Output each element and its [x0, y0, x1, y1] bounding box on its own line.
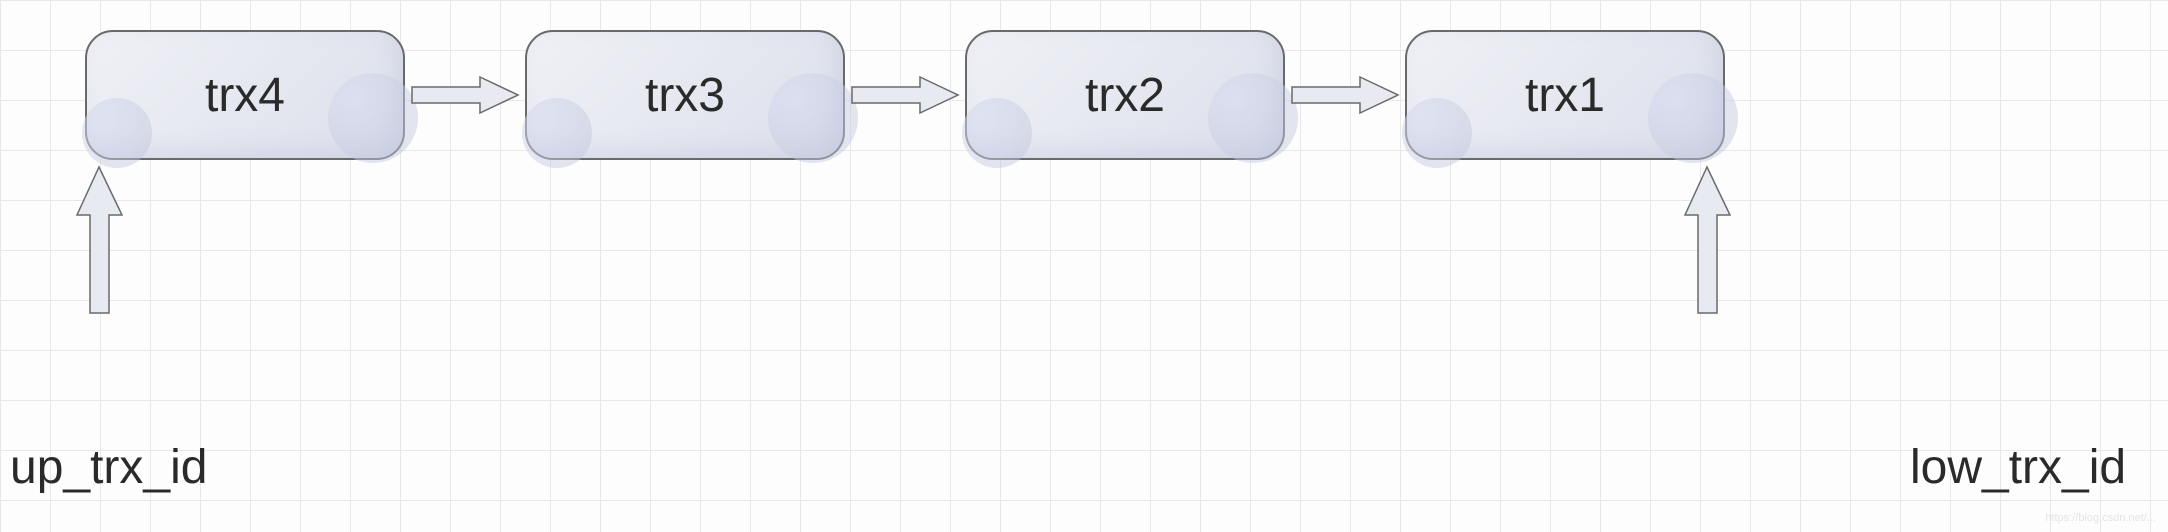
- node-trx4: trx4: [85, 30, 405, 160]
- node-trx3: trx3: [525, 30, 845, 160]
- watermark-text: https://blog.csdn.net/...: [2045, 512, 2156, 524]
- node-trx2-label: trx2: [1085, 68, 1165, 123]
- arrow-left-up: [72, 165, 127, 315]
- arrow-3: [1290, 75, 1400, 115]
- node-trx4-label: trx4: [205, 68, 285, 123]
- arrow-1: [410, 75, 520, 115]
- diagram-container: trx4 trx3 trx2 trx1: [0, 0, 2168, 532]
- arrow-right-up: [1680, 165, 1735, 315]
- node-trx3-label: trx3: [645, 68, 725, 123]
- node-trx1-label: trx1: [1525, 68, 1605, 123]
- arrow-2: [850, 75, 960, 115]
- label-low-trx-id: low_trx_id: [1910, 440, 2126, 495]
- label-up-trx-id: up_trx_id: [10, 440, 207, 495]
- node-trx1: trx1: [1405, 30, 1725, 160]
- node-trx2: trx2: [965, 30, 1285, 160]
